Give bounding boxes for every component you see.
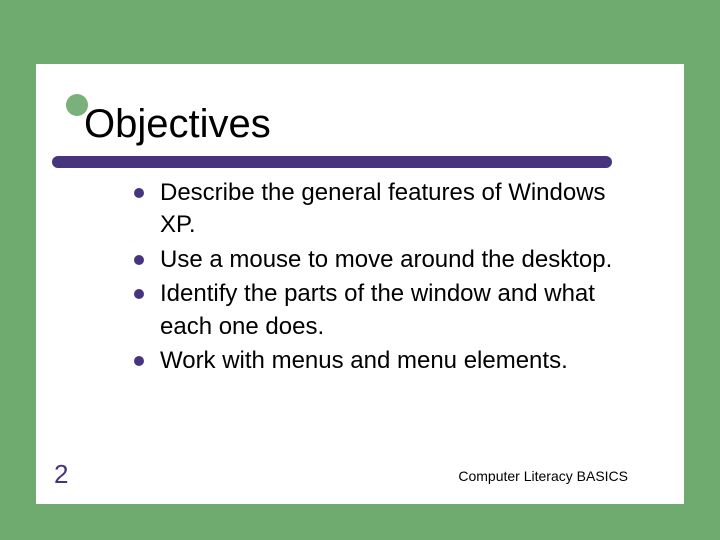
list-item: Describe the general features of Windows… <box>134 177 644 242</box>
slide-title: Objectives <box>84 102 684 147</box>
bullet-list: Describe the general features of Windows… <box>134 177 644 377</box>
title-underline <box>52 156 612 168</box>
slide: Objectives Describe the general features… <box>36 64 684 504</box>
list-item: Use a mouse to move around the desktop. <box>134 244 644 276</box>
page-number: 2 <box>54 459 68 490</box>
footer-text: Computer Literacy BASICS <box>458 468 628 484</box>
title-area: Objectives <box>36 64 684 147</box>
list-item: Work with menus and menu elements. <box>134 345 644 377</box>
list-item: Identify the parts of the window and wha… <box>134 278 644 343</box>
content-area: Describe the general features of Windows… <box>36 147 684 377</box>
